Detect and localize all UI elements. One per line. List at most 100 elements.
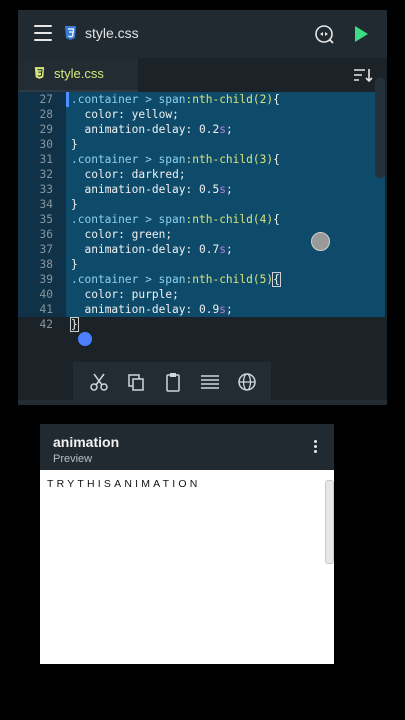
search-replace-icon[interactable] [314, 24, 334, 44]
code-line[interactable]: 38} [18, 257, 387, 272]
css-brace: } [70, 317, 79, 332]
code-line[interactable]: 28 color: yellow; [18, 107, 387, 122]
editor-scrollbar[interactable] [375, 78, 385, 178]
preview-content[interactable]: TRYTHISANIMATION [40, 470, 334, 664]
css-colon: : [185, 303, 200, 316]
line-number: 29 [39, 123, 53, 136]
code-text: color: green; [71, 227, 172, 242]
css-unit: s [219, 243, 226, 256]
preview-scrollbar[interactable] [325, 480, 334, 564]
line-number: 28 [39, 108, 53, 121]
code-line[interactable]: 34} [18, 197, 387, 212]
tab-style-css[interactable]: style.css [18, 58, 138, 92]
css-unit: s [219, 303, 226, 316]
preview-title: animation [53, 434, 120, 450]
copy-icon[interactable] [126, 372, 146, 392]
css-indent [71, 123, 84, 136]
code-line[interactable]: 31 .container > span:nth-child(3){ [18, 152, 387, 167]
cut-icon[interactable] [89, 372, 109, 392]
css-brace: { [273, 213, 280, 226]
code-text: color: darkred; [71, 167, 186, 182]
code-line[interactable]: 29 animation-delay: 0.2s; [18, 122, 387, 137]
preview-text: TRYTHISANIMATION [47, 478, 201, 490]
code-text: color: purple; [71, 287, 178, 302]
css-semicolon: ; [165, 228, 173, 241]
css-property: animation-delay [84, 183, 186, 196]
line-number: 30 [39, 138, 53, 151]
css-indent [71, 288, 84, 301]
code-text: } [70, 317, 79, 332]
line-number: 36 [39, 228, 53, 241]
code-text: color: yellow; [71, 107, 178, 122]
css-indent [71, 228, 84, 241]
selection-highlight [66, 197, 385, 212]
css-property: animation-delay [84, 123, 186, 136]
selection-handle[interactable] [78, 332, 92, 346]
text-cursor [66, 92, 69, 107]
code-text: animation-delay: 0.2s; [71, 122, 233, 137]
css-brace: } [71, 198, 78, 211]
code-line[interactable]: 27 .container > span:nth-child(2){ [18, 92, 387, 107]
code-text: } [71, 197, 78, 212]
css-value: yellow [131, 108, 173, 121]
line-number: 27 [39, 93, 53, 106]
code-line[interactable]: 36 color: green; [18, 227, 387, 242]
globe-icon[interactable] [237, 372, 257, 392]
code-text: animation-delay: 0.7s; [71, 242, 233, 257]
code-line[interactable]: 33 animation-delay: 0.5s; [18, 182, 387, 197]
touch-indicator [311, 232, 330, 251]
css3-icon [65, 26, 76, 40]
css-selector: .container > span [71, 153, 186, 166]
code-line[interactable]: 39 .container > span:nth-child(5){ [18, 272, 387, 287]
css-selector: .container > span [71, 93, 186, 106]
css-semicolon: ; [225, 123, 233, 136]
css-number: 0.7 [199, 243, 220, 256]
code-line[interactable]: 41 animation-delay: 0.9s; [18, 302, 387, 317]
css3-icon [34, 67, 45, 79]
css-property: animation-delay [84, 303, 186, 316]
css-brace: } [71, 138, 78, 151]
css-selector: .container > span [71, 213, 186, 226]
css-number: 0.5 [199, 183, 220, 196]
line-number: 37 [39, 243, 53, 256]
css-colon: : [118, 168, 132, 181]
css-brace: { [272, 272, 281, 287]
css-number: 0.9 [199, 303, 220, 316]
css-indent [71, 243, 84, 256]
code-line[interactable]: 37 animation-delay: 0.7s; [18, 242, 387, 257]
play-icon[interactable] [353, 25, 369, 43]
selection-highlight [66, 257, 385, 272]
line-number: 42 [39, 318, 53, 331]
more-vert-icon[interactable] [312, 440, 318, 456]
line-number: 38 [39, 258, 53, 271]
css-semicolon: ; [225, 243, 233, 256]
css-value: purple [131, 288, 173, 301]
code-line[interactable]: 30} [18, 137, 387, 152]
tab-bar: style.css [18, 58, 387, 92]
css-property: animation-delay [84, 243, 186, 256]
code-line[interactable]: 35 .container > span:nth-child(4){ [18, 212, 387, 227]
code-line[interactable]: 40 color: purple; [18, 287, 387, 302]
line-number: 35 [39, 213, 53, 226]
code-line[interactable]: 32 color: darkred; [18, 167, 387, 182]
line-number: 40 [39, 288, 53, 301]
css-unit: s [219, 123, 226, 136]
css-colon: : [185, 183, 200, 196]
code-text: } [71, 137, 78, 152]
code-area[interactable]: 27 .container > span:nth-child(2){28 colo… [18, 92, 387, 337]
css-brace: { [273, 153, 280, 166]
css-pseudo-class: :nth-child(3) [185, 153, 274, 166]
css-property: color [84, 168, 119, 181]
code-line[interactable]: 42} [18, 317, 387, 332]
hamburger-menu-icon[interactable] [34, 25, 52, 41]
css-number: 0.2 [199, 123, 220, 136]
preview-header: animation Preview [40, 424, 334, 470]
select-all-icon[interactable] [200, 372, 220, 392]
css-brace: { [273, 93, 280, 106]
sort-icon[interactable] [353, 67, 373, 83]
css-property: color [84, 228, 119, 241]
paste-icon[interactable] [163, 372, 183, 392]
css-semicolon: ; [178, 168, 186, 181]
code-text: animation-delay: 0.9s; [71, 302, 232, 317]
line-number: 41 [39, 303, 53, 316]
